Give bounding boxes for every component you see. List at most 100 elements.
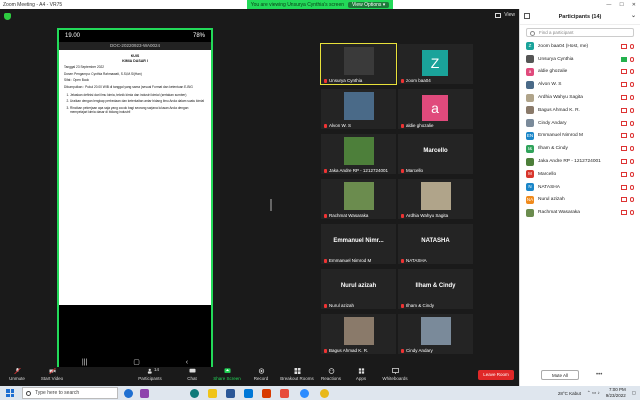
- maximize-icon[interactable]: ☐: [619, 2, 623, 8]
- edge-browser-icon[interactable]: [190, 389, 199, 398]
- popout-icon[interactable]: [524, 13, 530, 19]
- opera-browser-icon[interactable]: [280, 389, 289, 398]
- muted-mic-icon[interactable]: [630, 95, 634, 101]
- participant-row[interactable]: Ardhia Wahyu Sagita: [520, 91, 640, 104]
- mute-all-button[interactable]: Mute All: [541, 370, 579, 380]
- video-off-icon[interactable]: [621, 107, 627, 113]
- avatar: M: [526, 170, 534, 179]
- video-off-icon[interactable]: [621, 69, 627, 75]
- participant-row[interactable]: a aldie ghozalie: [520, 66, 640, 79]
- participant-row[interactable]: Zzoom baa04 (Host, me): [520, 40, 640, 53]
- tile-name-label: aldie ghozalie: [401, 123, 434, 128]
- video-off-icon[interactable]: [621, 82, 627, 88]
- view-options-button[interactable]: View Options ▾: [348, 1, 390, 8]
- video-tile[interactable]: Jaka Andre RP - 1212724001: [321, 134, 396, 174]
- split-divider[interactable]: [270, 199, 272, 211]
- muted-mic-icon[interactable]: [630, 159, 634, 165]
- store-icon[interactable]: [226, 389, 235, 398]
- participant-row[interactable]: Cindy Andary: [520, 117, 640, 130]
- participant-row[interactable]: NA Nurul azizah: [520, 194, 640, 207]
- muted-mic-icon: [324, 123, 327, 128]
- muted-mic-icon[interactable]: [630, 146, 634, 152]
- video-tile[interactable]: NATASHA NATASHA: [398, 224, 473, 264]
- mail-icon[interactable]: [244, 389, 253, 398]
- chrome-browser-icon[interactable]: [320, 389, 329, 398]
- notifications-icon[interactable]: ▢: [632, 390, 636, 396]
- tray-icons[interactable]: ⌃ ▭ ♪: [587, 390, 600, 396]
- close-icon[interactable]: ✕: [632, 2, 636, 8]
- video-tile[interactable]: Zzoom baa04: [398, 44, 473, 84]
- weather-label[interactable]: 28°C Kabut: [558, 391, 581, 396]
- app-icon[interactable]: [140, 389, 149, 398]
- clock-time: 7:00 PM: [608, 387, 626, 392]
- video-tile[interactable]: a aldie ghozalie: [398, 89, 473, 129]
- video-tile[interactable]: Ardhia Wahyu Sagita: [398, 179, 473, 219]
- participant-row[interactable]: Unsurya Cynthia: [520, 53, 640, 66]
- video-off-icon[interactable]: [621, 210, 627, 216]
- participant-row[interactable]: EN Emmanuel Nimrod M: [520, 130, 640, 143]
- video-tile[interactable]: Cindy Andary: [398, 314, 473, 354]
- video-off-icon[interactable]: [621, 197, 627, 203]
- file-explorer-icon[interactable]: [208, 389, 217, 398]
- video-off-icon[interactable]: [621, 133, 627, 139]
- taskbar-clock[interactable]: 7:00 PM 9/23/2022: [606, 387, 626, 399]
- muted-mic-icon[interactable]: [630, 69, 634, 75]
- tile-name-label: Cindy Andary: [401, 348, 433, 353]
- participant-row[interactable]: N NATASHA: [520, 181, 640, 194]
- collapse-icon[interactable]: ⌄: [631, 12, 636, 19]
- muted-mic-icon[interactable]: [630, 184, 634, 190]
- muted-mic-icon[interactable]: [630, 210, 634, 216]
- video-off-icon[interactable]: [621, 159, 627, 165]
- muted-mic-icon[interactable]: [630, 120, 634, 126]
- phone-time: 19.00: [65, 33, 81, 39]
- recent-apps-icon: |||: [81, 358, 88, 366]
- video-tile[interactable]: Marcello Marcello: [398, 134, 473, 174]
- video-off-icon[interactable]: [621, 43, 627, 49]
- video-tile[interactable]: Emmanuel Nimr... Emmanuel Nimrod M: [321, 224, 396, 264]
- participant-row[interactable]: Alvon W. S: [520, 78, 640, 91]
- participant-row[interactable]: Rachmat Wasaraka: [520, 206, 640, 219]
- participants-panel-header: Participants (14) ⌄: [520, 9, 640, 25]
- avatar: EN: [526, 131, 534, 140]
- video-tile[interactable]: Rachmat Wasaraka: [321, 179, 396, 219]
- minimize-icon[interactable]: —: [606, 2, 611, 8]
- video-off-icon[interactable]: [621, 184, 627, 190]
- participant-row[interactable]: Jaka Andre RP - 1212724001: [520, 155, 640, 168]
- participant-status-icons: [621, 146, 634, 152]
- video-off-icon[interactable]: [621, 95, 627, 101]
- video-tile[interactable]: Ilham & Cindy Ilham & Cindy: [398, 269, 473, 309]
- avatar: Z: [526, 42, 534, 51]
- participant-name: Alvon W. S: [538, 82, 562, 88]
- task-view-icon[interactable]: [124, 389, 133, 398]
- leave-room-button[interactable]: Leave Room: [478, 370, 514, 380]
- participant-row[interactable]: M Marcello: [520, 168, 640, 181]
- security-shield-icon[interactable]: [4, 13, 11, 20]
- participant-row[interactable]: I& Ilham & Cindy: [520, 142, 640, 155]
- windows-start-icon[interactable]: [6, 389, 14, 397]
- video-tile[interactable]: Unsurya Cynthia: [320, 43, 397, 85]
- participant-search-input[interactable]: Find a participant: [526, 28, 634, 37]
- muted-mic-icon[interactable]: [630, 171, 634, 177]
- view-button[interactable]: View: [495, 12, 515, 18]
- more-options-button[interactable]: •••: [596, 372, 602, 378]
- muted-mic-icon[interactable]: [630, 133, 634, 139]
- participant-name: Marcello: [538, 171, 557, 177]
- muted-mic-icon[interactable]: [630, 197, 634, 203]
- muted-mic-icon: [324, 213, 327, 218]
- video-off-icon[interactable]: [621, 120, 627, 126]
- video-tile[interactable]: Alvon W. S: [321, 89, 396, 129]
- muted-mic-icon[interactable]: [630, 107, 634, 113]
- office-icon[interactable]: [262, 389, 271, 398]
- video-off-icon[interactable]: [621, 146, 627, 152]
- video-tile[interactable]: Nurul azizah Nurul azizah: [321, 269, 396, 309]
- video-off-icon[interactable]: [621, 171, 627, 177]
- muted-mic-icon[interactable]: [630, 82, 634, 88]
- video-tile[interactable]: Bagus Ahmad K. R.: [321, 314, 396, 354]
- taskbar-search-input[interactable]: Type here to search: [22, 387, 118, 399]
- zoom-app-icon[interactable]: [300, 389, 309, 398]
- participant-avatar: a: [422, 95, 448, 121]
- video-on-icon[interactable]: [621, 56, 627, 62]
- muted-mic-icon[interactable]: [630, 56, 634, 62]
- muted-mic-icon[interactable]: [630, 43, 634, 49]
- participant-row[interactable]: Bagus Ahmad K. R.: [520, 104, 640, 117]
